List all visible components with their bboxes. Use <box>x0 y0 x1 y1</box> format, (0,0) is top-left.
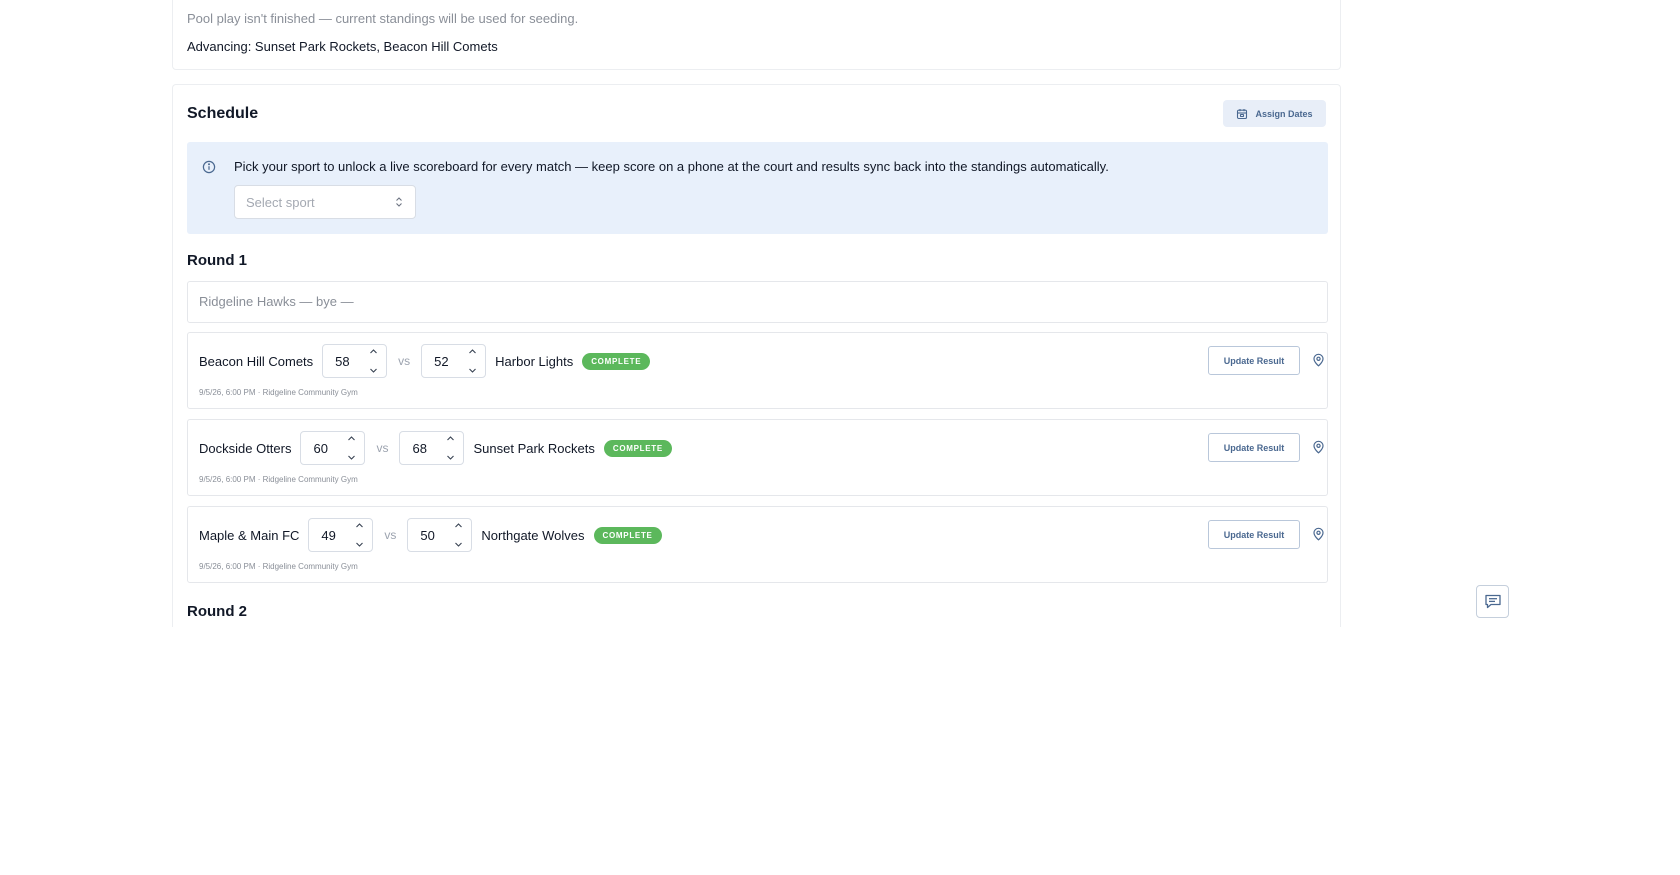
match-meta: 9/5/26, 6:00 PM · Ridgeline Community Gy… <box>199 388 358 397</box>
away-score-input[interactable]: 50 <box>407 518 473 552</box>
away-score-input[interactable]: 68 <box>399 431 465 465</box>
location-pin-icon <box>1312 527 1324 541</box>
away-score-input[interactable]: 52 <box>421 344 487 378</box>
chevron-up-icon[interactable] <box>454 522 463 529</box>
home-team: Dockside Otters <box>199 440 292 456</box>
chevron-up-icon[interactable] <box>468 348 477 355</box>
away-score-value: 52 <box>434 353 449 369</box>
location-button[interactable] <box>1309 351 1327 369</box>
assign-dates-button[interactable]: Assign Dates <box>1223 100 1326 127</box>
round-1-title: Round 1 <box>187 252 247 269</box>
home-score-value: 49 <box>321 527 336 543</box>
home-score-input[interactable]: 58 <box>322 344 388 378</box>
advancing-teams: Advancing: Sunset Park Rockets, Beacon H… <box>187 39 498 54</box>
sport-info-banner: Pick your sport to unlock a live scorebo… <box>187 142 1328 234</box>
location-button[interactable] <box>1309 525 1327 543</box>
home-score-input[interactable]: 49 <box>308 518 374 552</box>
status-badge: COMPLETE <box>593 526 662 544</box>
page-viewport: Pool play isn't finished — current stand… <box>0 0 1680 627</box>
calendar-icon <box>1237 108 1248 119</box>
location-button[interactable] <box>1309 438 1327 456</box>
away-score-value: 68 <box>412 440 427 456</box>
match-meta: 9/5/26, 6:00 PM · Ridgeline Community Gy… <box>199 475 358 484</box>
chevron-up-icon[interactable] <box>347 435 356 442</box>
round-2-title: Round 2 <box>187 603 247 620</box>
chat-button[interactable] <box>1476 585 1509 618</box>
chevron-down-icon[interactable] <box>347 454 356 461</box>
home-score-input[interactable]: 60 <box>300 431 366 465</box>
seeding-card: Pool play isn't finished — current stand… <box>172 0 1341 70</box>
update-result-button[interactable]: Update Result <box>1208 520 1300 549</box>
away-team: Harbor Lights <box>495 353 574 369</box>
schedule-title: Schedule <box>187 105 259 122</box>
sport-select-placeholder: Select sport <box>246 194 315 210</box>
chevron-up-icon[interactable] <box>355 522 364 529</box>
vs-label: vs <box>398 354 411 368</box>
chevron-down-icon[interactable] <box>468 367 477 374</box>
status-badge: COMPLETE <box>582 352 651 370</box>
info-icon <box>202 160 216 174</box>
update-result-button[interactable]: Update Result <box>1208 433 1300 462</box>
chat-bubble-icon <box>1484 594 1501 609</box>
away-team: Sunset Park Rockets <box>473 440 595 456</box>
match-row: Beacon Hill Comets 58 vs 52 Harbor Light… <box>187 332 1328 409</box>
chevron-up-down-icon <box>396 197 402 207</box>
away-score-value: 50 <box>420 527 435 543</box>
vs-label: vs <box>376 441 389 455</box>
bye-row: Ridgeline Hawks — bye — <box>187 281 1328 323</box>
chevron-down-icon[interactable] <box>369 367 378 374</box>
match-row: Dockside Otters 60 vs 68 Sunset Park Roc… <box>187 419 1328 496</box>
sport-select[interactable]: Select sport <box>234 185 416 219</box>
seeding-note: Pool play isn't finished — current stand… <box>187 11 579 26</box>
status-badge: COMPLETE <box>603 439 672 457</box>
home-team: Beacon Hill Comets <box>199 353 314 369</box>
away-team: Northgate Wolves <box>481 527 585 543</box>
match-row: Maple & Main FC 49 vs 50 Northgate Wolve… <box>187 506 1328 583</box>
sport-info-text: Pick your sport to unlock a live scorebo… <box>234 159 1109 174</box>
chevron-down-icon[interactable] <box>355 541 364 548</box>
assign-dates-label: Assign Dates <box>1255 108 1313 119</box>
match-meta: 9/5/26, 6:00 PM · Ridgeline Community Gy… <box>199 562 358 571</box>
home-team: Maple & Main FC <box>199 527 300 543</box>
location-pin-icon <box>1312 353 1324 367</box>
home-score-value: 60 <box>313 440 328 456</box>
update-result-button[interactable]: Update Result <box>1208 346 1300 375</box>
location-pin-icon <box>1312 440 1324 454</box>
chevron-down-icon[interactable] <box>446 454 455 461</box>
chevron-down-icon[interactable] <box>454 541 463 548</box>
home-score-value: 58 <box>335 353 350 369</box>
vs-label: vs <box>384 528 397 542</box>
schedule-card: Schedule Assign Dates Pick your sport to… <box>172 84 1341 627</box>
chevron-up-icon[interactable] <box>446 435 455 442</box>
chevron-up-icon[interactable] <box>369 348 378 355</box>
